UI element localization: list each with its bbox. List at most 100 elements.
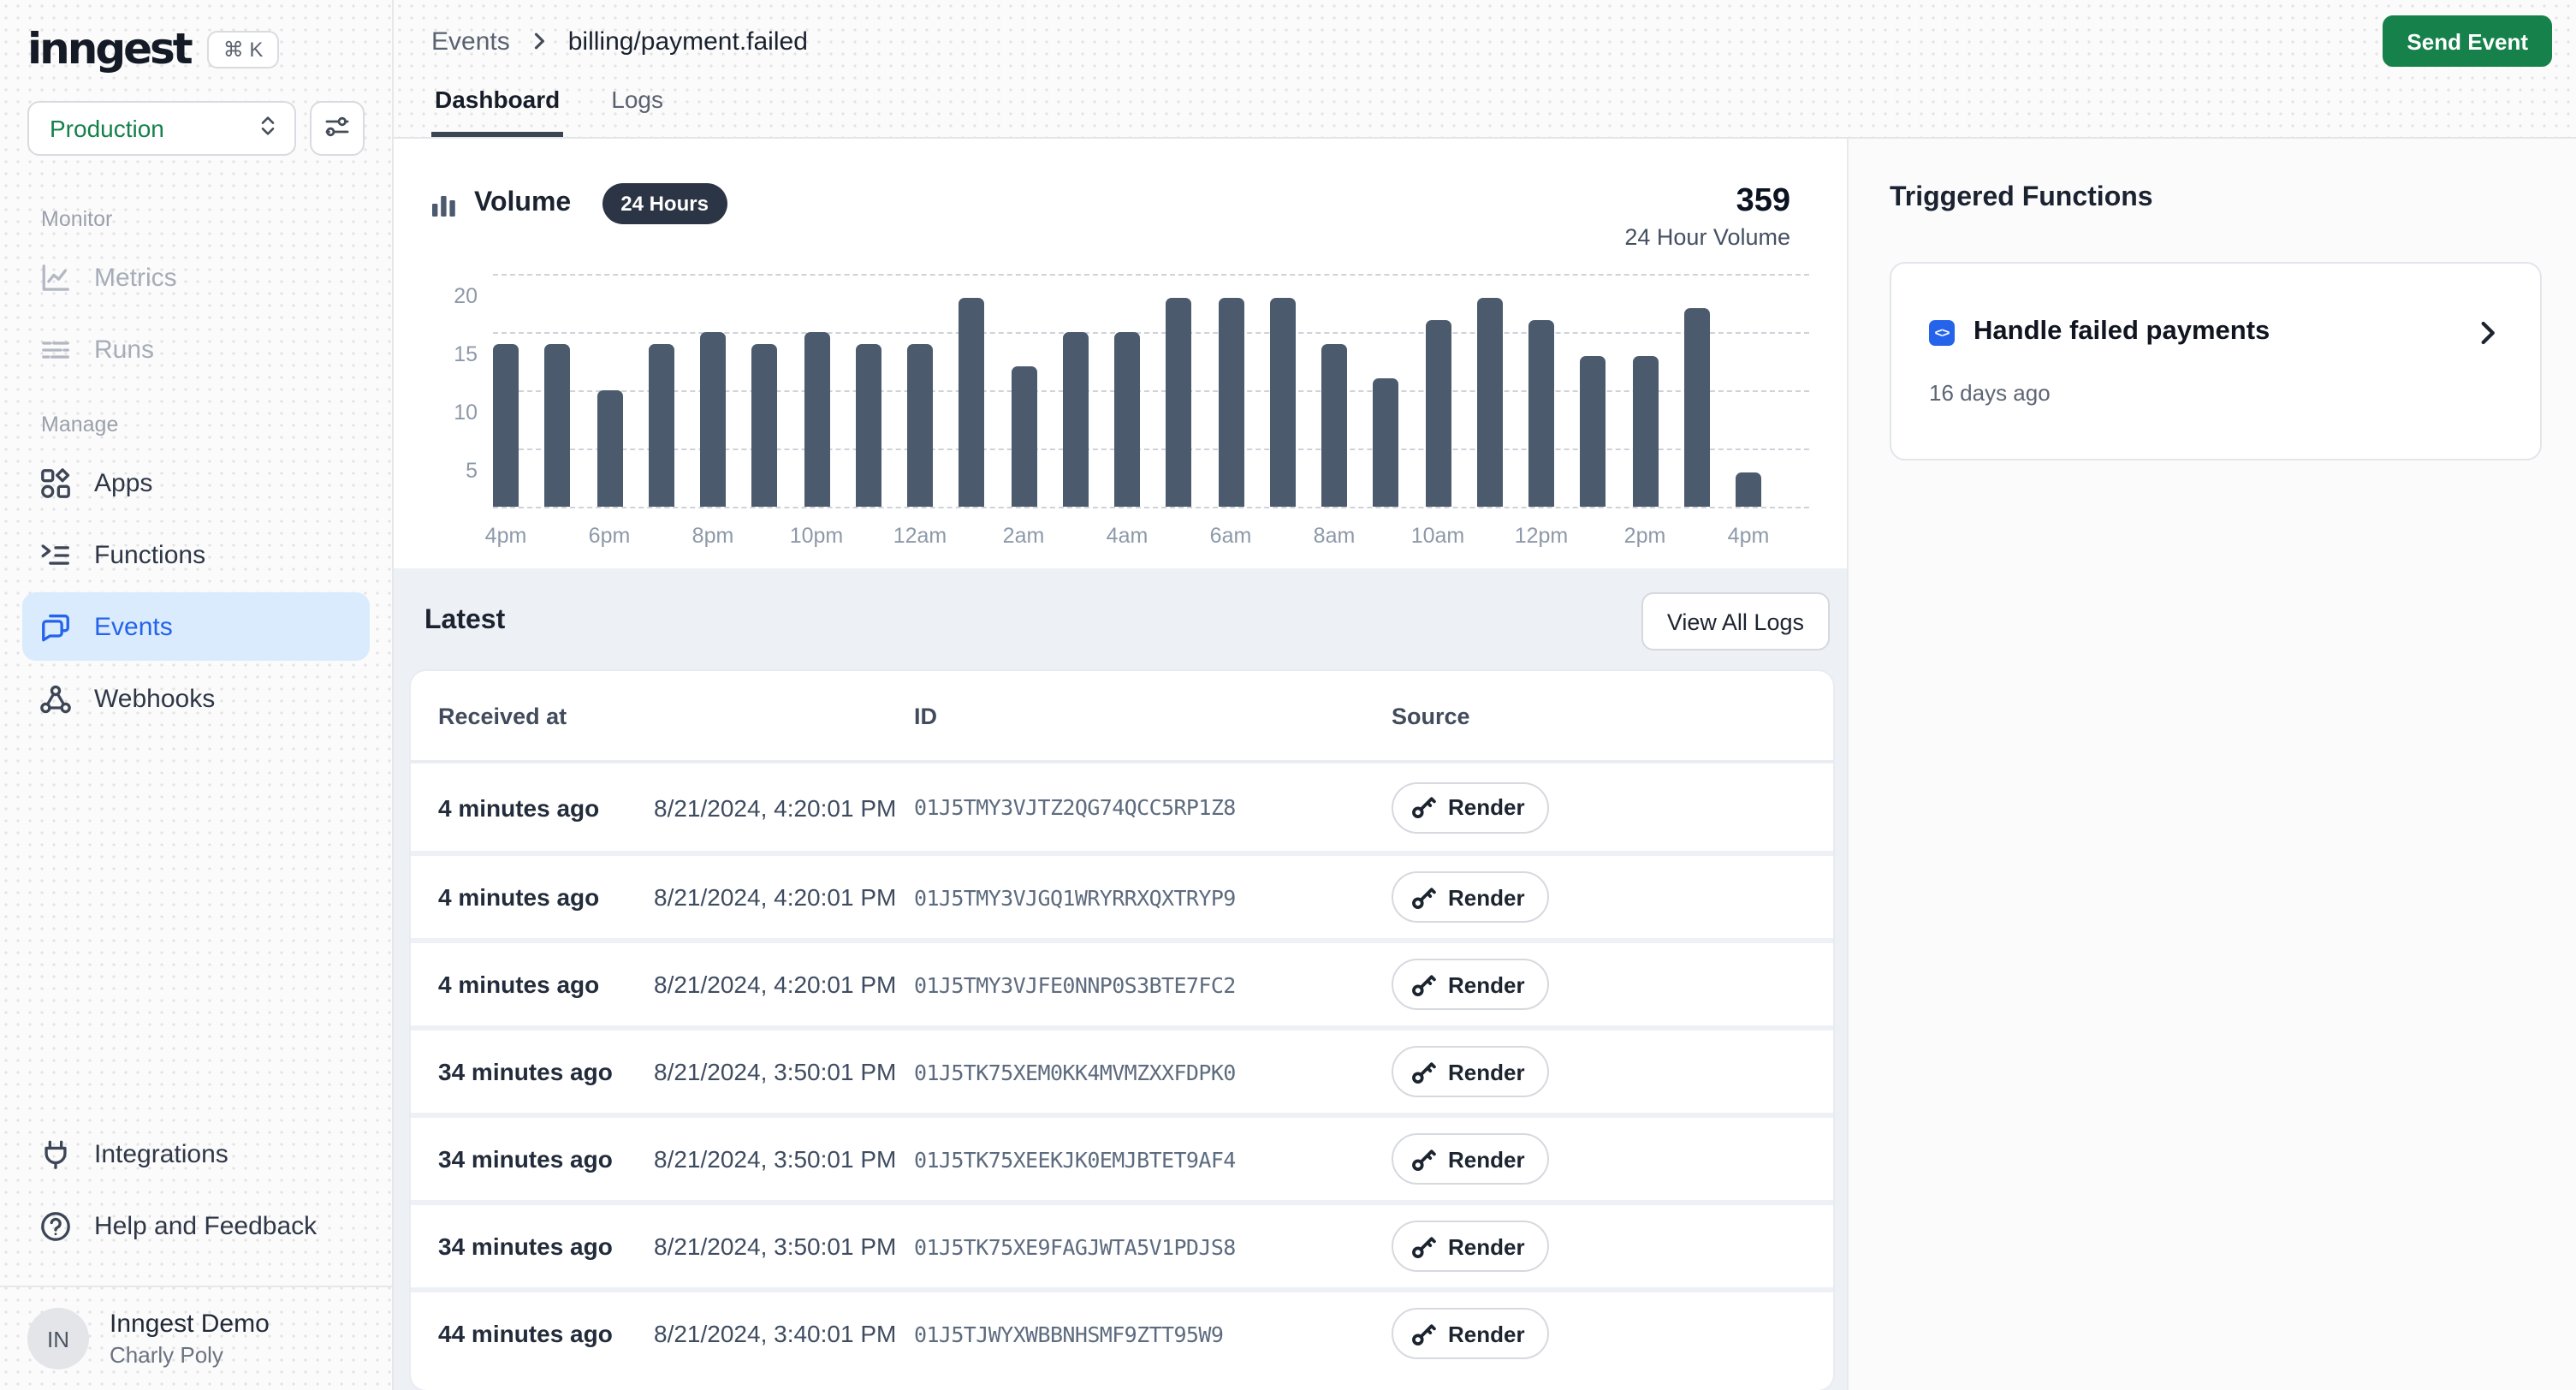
bar-9pm-5[interactable] <box>752 274 778 507</box>
event-row[interactable]: 34 minutes ago8/21/2024, 3:50:01 PM01J5T… <box>411 1113 1833 1200</box>
bar-12am-8[interactable]: 12am <box>907 274 933 507</box>
bar-1pm-21[interactable] <box>1581 274 1606 507</box>
volume-total: 359 <box>1624 183 1790 221</box>
sidebar-item-integrations[interactable]: Integrations <box>22 1120 370 1188</box>
event-source-badge[interactable]: Render <box>1392 1308 1549 1359</box>
code-icon: <> <box>1929 319 1955 345</box>
bar-10pm-6[interactable]: 10pm <box>804 274 829 507</box>
bar <box>1632 355 1658 507</box>
event-datetime: 8/21/2024, 4:20:01 PM <box>654 971 914 998</box>
sidebar-item-label: Metrics <box>94 263 177 292</box>
event-source-label: Render <box>1448 1233 1525 1259</box>
key-icon <box>1410 794 1436 820</box>
bar-2pm-22[interactable]: 2pm <box>1632 274 1658 507</box>
sidebar-item-apps[interactable]: Apps <box>22 448 370 517</box>
event-source-badge[interactable]: Render <box>1392 1046 1549 1097</box>
sidebar-item-events[interactable]: Events <box>22 592 370 661</box>
sidebar-item-label: Apps <box>94 468 152 497</box>
command-k-shortcut[interactable]: ⌘ K <box>208 30 279 68</box>
bar <box>1581 355 1606 507</box>
bar <box>1374 378 1399 507</box>
breadcrumb-events-link[interactable]: Events <box>431 27 510 56</box>
y-tick-label: 5 <box>466 459 478 483</box>
x-tick-label: 10pm <box>790 524 844 548</box>
environment-settings-button[interactable] <box>310 101 365 156</box>
bar-7pm-3[interactable] <box>649 274 674 507</box>
send-event-button[interactable]: Send Event <box>2383 15 2552 67</box>
x-tick-label: 4pm <box>1728 524 1770 548</box>
event-source-badge[interactable]: Render <box>1392 1221 1549 1272</box>
inngest-logo[interactable]: inngest <box>27 24 191 74</box>
bar-6pm-2[interactable]: 6pm <box>597 274 622 507</box>
sidebar-item-metrics[interactable]: Metrics <box>22 243 370 312</box>
triggered-function-card[interactable]: <>Handle failed payments16 days ago <box>1890 262 2542 460</box>
bar-5am-13[interactable] <box>1166 274 1192 507</box>
sidebar-item-runs[interactable]: Runs <box>22 315 370 383</box>
event-source-badge[interactable]: Render <box>1392 781 1549 833</box>
account-menu[interactable]: IN Inngest Demo Charly Poly <box>0 1286 392 1390</box>
bar <box>1218 297 1243 507</box>
bar-11am-19[interactable] <box>1477 274 1503 507</box>
bar-4pm-0[interactable]: 4pm <box>493 274 519 507</box>
event-row[interactable]: 4 minutes ago8/21/2024, 4:20:01 PM01J5TM… <box>411 938 1833 1025</box>
event-source-badge[interactable]: Render <box>1392 1133 1549 1185</box>
sidebar-item-label: Help and Feedback <box>94 1211 317 1240</box>
event-row[interactable]: 34 minutes ago8/21/2024, 3:50:01 PM01J5T… <box>411 1025 1833 1113</box>
bar-2am-10[interactable]: 2am <box>1011 274 1036 507</box>
sidebar-item-label: Functions <box>94 540 205 569</box>
bar <box>597 390 622 507</box>
environment-selector[interactable]: Production <box>27 101 296 156</box>
bar-8pm-4[interactable]: 8pm <box>700 274 726 507</box>
bar-3pm-23[interactable] <box>1684 274 1710 507</box>
volume-title: Volume <box>474 188 571 219</box>
bar <box>1736 472 1761 507</box>
key-icon <box>1410 1233 1436 1259</box>
volume-card: Volume 24 Hours 359 24 Hour Volume 20151… <box>394 139 1847 507</box>
event-row[interactable]: 4 minutes ago8/21/2024, 4:20:01 PM01J5TM… <box>411 763 1833 851</box>
sidebar-item-label: Integrations <box>94 1139 229 1168</box>
bar-4am-12[interactable]: 4am <box>1114 274 1140 507</box>
bar-5pm-1[interactable] <box>545 274 571 507</box>
bars-container: 4pm 6pm 8pm 10pm 12am 2am 4am 6am 8am 10am 12pm 2pm… <box>493 274 1761 507</box>
tab-dashboard[interactable]: Dashboard <box>431 82 563 137</box>
view-all-logs-button[interactable]: View All Logs <box>1641 592 1830 650</box>
event-source-badge[interactable]: Render <box>1392 871 1549 923</box>
event-datetime: 8/21/2024, 3:50:01 PM <box>654 1233 914 1260</box>
bar <box>1528 320 1554 507</box>
event-relative-time: 4 minutes ago <box>438 883 654 911</box>
bar-3am-11[interactable] <box>1063 274 1089 507</box>
chart-plot-area: 4pm 6pm 8pm 10pm 12am 2am 4am 6am 8am 10am 12pm 2pm… <box>493 274 1809 507</box>
avatar: IN <box>27 1308 89 1369</box>
event-row[interactable]: 44 minutes ago8/21/2024, 3:40:01 PM01J5T… <box>411 1287 1833 1375</box>
bar-6am-14[interactable]: 6am <box>1218 274 1243 507</box>
sidebar-item-webhooks[interactable]: Webhooks <box>22 664 370 733</box>
bar-12pm-20[interactable]: 12pm <box>1528 274 1554 507</box>
function-name: Handle failed payments <box>1974 317 2270 348</box>
event-row[interactable]: 4 minutes ago8/21/2024, 4:20:01 PM01J5TM… <box>411 851 1833 938</box>
bar-1am-9[interactable] <box>959 274 985 507</box>
bar <box>545 344 571 507</box>
bar-8am-16[interactable]: 8am <box>1321 274 1347 507</box>
account-user-name: Charly Poly <box>110 1342 270 1368</box>
sidebar-item-functions[interactable]: Functions <box>22 520 370 589</box>
event-id: 01J5TMY3VJGQ1WRYRRXQXTRYP9 <box>914 884 1392 910</box>
triggered-functions-panel: Triggered Functions <>Handle failed paym… <box>1847 139 2576 1390</box>
bar-10am-18[interactable]: 10am <box>1425 274 1451 507</box>
tab-logs[interactable]: Logs <box>608 82 667 137</box>
event-source-badge[interactable]: Render <box>1392 959 1549 1010</box>
bar-7am-15[interactable] <box>1270 274 1296 507</box>
bar-11pm-7[interactable] <box>856 274 881 507</box>
event-row[interactable]: 34 minutes ago8/21/2024, 3:50:01 PM01J5T… <box>411 1200 1833 1287</box>
event-relative-time: 34 minutes ago <box>438 1058 654 1085</box>
event-relative-time: 34 minutes ago <box>438 1145 654 1173</box>
bar <box>1477 297 1503 507</box>
bar <box>959 297 985 507</box>
bar-9am-17[interactable] <box>1374 274 1399 507</box>
volume-range-badge[interactable]: 24 Hours <box>602 183 727 224</box>
breadcrumb-current: billing/payment.failed <box>568 27 808 56</box>
event-relative-time: 44 minutes ago <box>438 1320 654 1347</box>
bar-4pm-24[interactable]: 4pm <box>1736 274 1761 507</box>
x-tick-label: 12pm <box>1515 524 1569 548</box>
sidebar-item-help-and-feedback[interactable]: Help and Feedback <box>22 1191 370 1260</box>
bar <box>1063 332 1089 507</box>
